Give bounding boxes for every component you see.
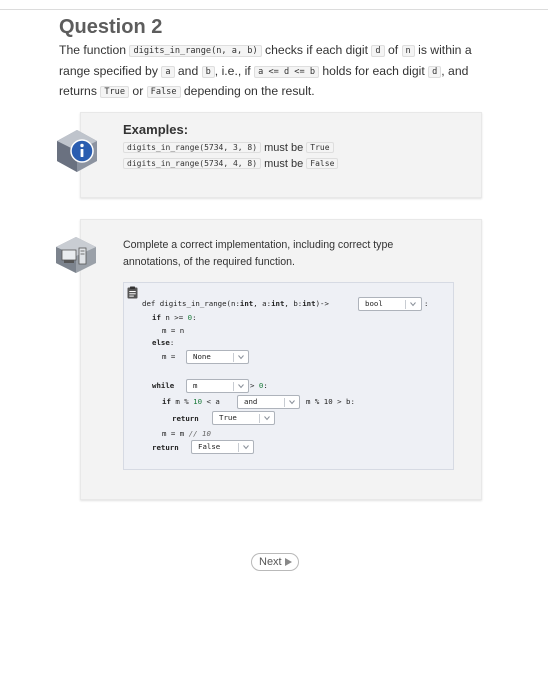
inline-code: a <= d <= b — [254, 65, 320, 78]
code-line-else: else: — [152, 338, 175, 347]
info-icon — [57, 130, 97, 172]
code-if-tail: m % 10 > b: — [306, 397, 355, 406]
inline-code: d — [428, 65, 442, 78]
code-keyword-while: while — [152, 381, 175, 390]
chevron-down-icon — [238, 384, 244, 389]
example-result: True — [306, 142, 334, 153]
code-line-if: if n >= 0: — [152, 313, 197, 322]
question-title: Question 2 — [59, 16, 163, 38]
inline-code: False — [146, 86, 181, 98]
code-colon: : — [424, 299, 429, 308]
inline-code: n — [401, 45, 415, 57]
code-line-if-digit: if m % 10 < a — [162, 397, 220, 406]
return-type-select[interactable]: bool — [358, 297, 422, 311]
else-value-select[interactable]: None — [186, 350, 249, 364]
code-line-else-assign: m = — [162, 352, 176, 361]
computer-icon — [56, 237, 96, 273]
example-row: digits_in_range(5734, 3, 8) must be True — [123, 142, 334, 154]
clipboard-icon[interactable] — [127, 286, 138, 299]
examples-heading: Examples: — [123, 122, 189, 137]
example-call: digits_in_range(5734, 4, 8) — [123, 158, 262, 169]
inline-code: True — [100, 86, 130, 98]
task-prompt: Complete a correct implementation, inclu… — [123, 239, 394, 268]
next-button[interactable]: Next — [251, 553, 299, 571]
question-description: The function digits_in_range(n, a, b) ch… — [59, 43, 472, 98]
chevron-down-icon — [243, 445, 249, 450]
code-line-assign: m = n — [162, 326, 185, 335]
final-return-select[interactable]: False — [191, 440, 254, 454]
code-line-def: def digits_in_range(n:int, a:int, b:int)… — [142, 299, 329, 308]
inline-code: b — [201, 65, 215, 78]
code-line-divide: m = m // 10 — [162, 429, 211, 438]
while-var-select[interactable]: m — [186, 379, 249, 393]
code-while-cond: > 0: — [250, 381, 268, 390]
inner-return-select[interactable]: True — [212, 411, 275, 425]
code-keyword-return: return — [172, 414, 199, 423]
chevron-down-icon — [264, 416, 270, 421]
chevron-down-icon — [289, 400, 295, 405]
inline-code: digits_in_range(n, a, b) — [129, 45, 262, 57]
inline-code: a — [161, 65, 175, 78]
chevron-down-icon — [410, 302, 416, 307]
example-result: False — [306, 158, 339, 169]
play-icon — [285, 558, 292, 566]
example-call: digits_in_range(5734, 3, 8) — [123, 142, 262, 153]
chevron-down-icon — [238, 355, 244, 360]
inline-code: d — [371, 45, 385, 57]
code-keyword-return: return — [152, 443, 179, 452]
top-divider — [0, 9, 548, 10]
logic-op-select[interactable]: and — [237, 395, 300, 409]
example-row: digits_in_range(5734, 4, 8) must be Fals… — [123, 158, 339, 170]
